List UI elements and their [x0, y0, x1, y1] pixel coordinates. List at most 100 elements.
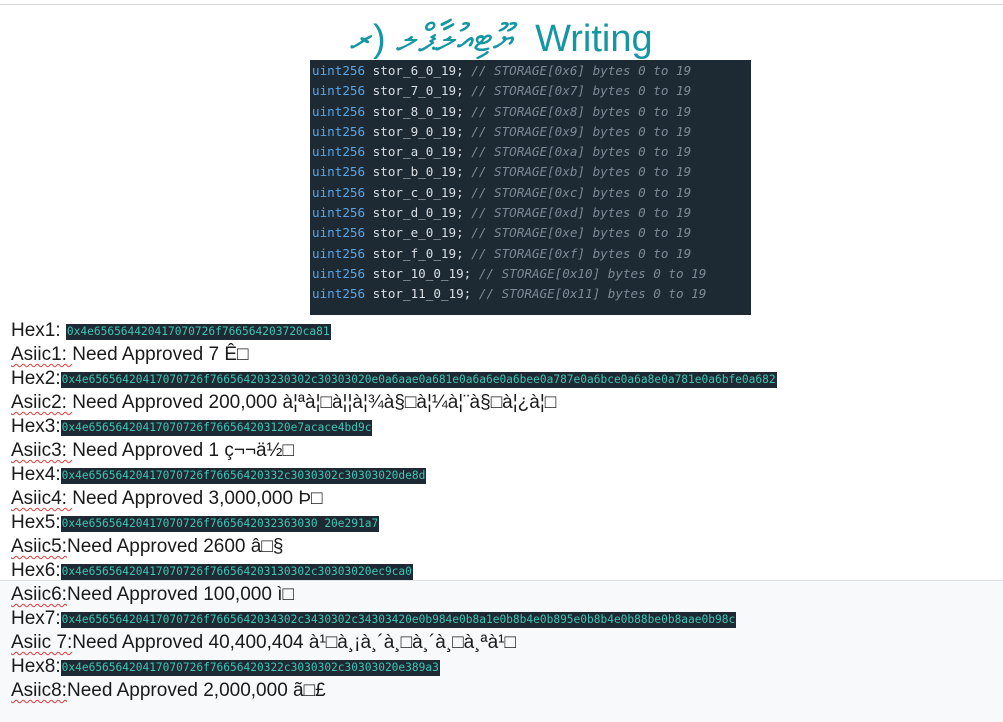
hex-label: Hex1: — [11, 320, 66, 341]
hex-label: Hex3: — [11, 416, 61, 437]
ascii-row: Asiic3: Need Approved 1 ç¬¬ä½□ — [11, 439, 1001, 463]
ascii-row: Asiic6:Need Approved 100,000 ì□ — [11, 583, 1001, 607]
ascii-value: Need Approved 7 Ê□ — [72, 344, 249, 365]
hex-row: Hex2:0x4e65656420417070726f7665642032303… — [11, 367, 1001, 391]
code-line: uint256 stor_f_0_19; // STORAGE[0xf] byt… — [310, 244, 751, 264]
hex-row: Hex1: 0x4e656564420417070726f76656420372… — [11, 319, 1001, 343]
hex-label: Hex5: — [11, 512, 61, 533]
hex-value[interactable]: 0x4e65656420417070726f766564203230302c30… — [60, 372, 777, 388]
code-line: uint256 stor_c_0_19; // STORAGE[0xc] byt… — [310, 183, 751, 203]
ascii-value: Need Approved 2,000,000 ã□£ — [66, 680, 326, 701]
code-variable: stor_9_0_19; — [372, 123, 464, 139]
ascii-value: Need Approved 2600 â□§ — [66, 536, 284, 557]
ascii-label: Asiic1: — [11, 344, 73, 365]
hex-row: Hex7:0x4e65656420417070726f7665642034302… — [11, 607, 1001, 631]
code-type: uint256 — [312, 83, 366, 99]
code-comment: // STORAGE[0x6] bytes 0 to 19 — [471, 63, 692, 78]
code-type: uint256 — [312, 245, 366, 261]
top-border — [0, 4, 1003, 5]
code-type: uint256 — [312, 265, 366, 281]
code-line: uint256 stor_8_0_19; // STORAGE[0x8] byt… — [310, 102, 751, 122]
code-comment: // STORAGE[0x11] bytes 0 to 19 — [478, 286, 707, 302]
ascii-row: Asiic5:Need Approved 2600 â□§ — [11, 535, 1001, 559]
code-comment: // STORAGE[0xf] bytes 0 to 19 — [471, 245, 692, 261]
code-variable: stor_11_0_19; — [372, 286, 472, 302]
code-line: uint256 stor_7_0_19; // STORAGE[0x7] byt… — [310, 81, 751, 101]
code-block: uint256 stor_6_0_19; // STORAGE[0x6] byt… — [310, 60, 751, 315]
code-variable: stor_6_0_19; — [372, 63, 464, 78]
code-comment: // STORAGE[0x8] bytes 0 to 19 — [471, 103, 692, 119]
hex-value[interactable]: 0x4e656564420417070726f766564203720ca81 — [65, 324, 331, 340]
ascii-row: Asiic4: Need Approved 3,000,000 Þ□ — [11, 487, 1001, 511]
hex-row: Hex3:0x4e65656420417070726f766564203120e… — [11, 415, 1001, 439]
code-line: uint256 stor_a_0_19; // STORAGE[0xa] byt… — [310, 142, 751, 162]
code-comment: // STORAGE[0xd] bytes 0 to 19 — [471, 205, 692, 221]
code-type: uint256 — [312, 103, 366, 119]
code-variable: stor_7_0_19; — [372, 83, 464, 99]
code-comment: // STORAGE[0x9] bytes 0 to 19 — [471, 123, 692, 139]
hex-label: Hex8: — [11, 656, 61, 677]
code-type: uint256 — [312, 184, 366, 200]
ascii-label: Asiic3: — [11, 440, 73, 461]
code-variable: stor_a_0_19; — [372, 144, 464, 160]
hex-row: Hex8:0x4e65656420417070726f76656420322c3… — [11, 655, 1001, 679]
code-line: uint256 stor_d_0_19; // STORAGE[0xd] byt… — [310, 203, 751, 223]
code-line: uint256 stor_6_0_19; // STORAGE[0x6] byt… — [310, 61, 751, 81]
code-type: uint256 — [312, 286, 366, 302]
code-comment: // STORAGE[0xc] bytes 0 to 19 — [471, 184, 692, 200]
code-variable: stor_10_0_19; — [372, 265, 472, 281]
code-type: uint256 — [312, 144, 366, 160]
ascii-value: Need Approved 100,000 ì□ — [66, 584, 294, 605]
code-variable: stor_8_0_19; — [372, 103, 464, 119]
code-type: uint256 — [312, 225, 366, 241]
hex-ascii-list: Hex1: 0x4e656564420417070726f76656420372… — [11, 319, 1001, 703]
hex-row: Hex6:0x4e65656420417070726f7665642031303… — [11, 559, 1001, 583]
code-line: uint256 stor_10_0_19; // STORAGE[0x10] b… — [310, 264, 751, 284]
code-comment: // STORAGE[0xe] bytes 0 to 19 — [471, 225, 692, 241]
hex-label: Hex4: — [11, 464, 61, 485]
code-variable: stor_f_0_19; — [372, 245, 464, 261]
ascii-value: Need Approved 200,000 à¦ªà¦□à¦¦à¦¾à§□à¦¼… — [72, 392, 557, 413]
hex-value[interactable]: 0x4e65656420417070726f766564203120e7acac… — [60, 420, 373, 436]
hex-label: Hex6: — [11, 560, 61, 581]
ascii-value: Need Approved 1 ç¬¬ä½□ — [72, 440, 294, 461]
ascii-label: Asiic4: — [11, 488, 73, 509]
hex-value[interactable]: 0x4e65656420417070726f7665642032363030 2… — [60, 516, 380, 532]
ascii-row: Asiic 7:Need Approved 40,400,404 à¹□à¸¡à… — [11, 631, 1001, 655]
code-comment: // STORAGE[0xa] bytes 0 to 19 — [471, 144, 692, 160]
ascii-value: Need Approved 40,400,404 à¹□à¸¡à¸´à¸□à¸´… — [72, 632, 516, 653]
ascii-label: Asiic6: — [11, 584, 67, 605]
code-line: uint256 stor_b_0_19; // STORAGE[0xb] byt… — [310, 162, 751, 182]
hex-label: Hex2: — [11, 368, 61, 389]
hex-value[interactable]: 0x4e65656420417070726f76656420332c303030… — [60, 468, 427, 484]
hex-value[interactable]: 0x4e65656420417070726f76656420322c303030… — [60, 660, 440, 676]
code-type: uint256 — [312, 205, 366, 221]
code-line: uint256 stor_11_0_19; // STORAGE[0x11] b… — [310, 284, 751, 304]
page-title: ޔޫޓިއުލާޕްލ (ރ ‌ Writing — [350, 18, 653, 60]
code-variable: stor_b_0_19; — [372, 164, 464, 180]
ascii-row: Asiic1: Need Approved 7 Ê□ — [11, 343, 1001, 367]
ascii-label: Asiic 7: — [11, 632, 73, 653]
ascii-label: Asiic2: — [11, 392, 73, 413]
hex-value[interactable]: 0x4e65656420417070726f7665642034302c3430… — [60, 612, 737, 628]
code-type: uint256 — [312, 63, 366, 78]
ascii-row: Asiic2: Need Approved 200,000 à¦ªà¦□à¦¦à… — [11, 391, 1001, 415]
ascii-label: Asiic5: — [11, 536, 67, 557]
ascii-value: Need Approved 3,000,000 Þ□ — [72, 488, 323, 509]
code-type: uint256 — [312, 164, 366, 180]
hex-label: Hex7: — [11, 608, 61, 629]
code-variable: stor_c_0_19; — [372, 184, 464, 200]
code-comment: // STORAGE[0x7] bytes 0 to 19 — [471, 83, 692, 99]
code-variable: stor_d_0_19; — [372, 205, 464, 221]
ascii-label: Asiic8: — [11, 680, 67, 701]
ascii-row: Asiic8:Need Approved 2,000,000 ã□£ — [11, 679, 1001, 703]
hex-row: Hex5:0x4e65656420417070726f7665642032363… — [11, 511, 1001, 535]
code-comment: // STORAGE[0xb] bytes 0 to 19 — [471, 164, 692, 180]
code-variable: stor_e_0_19; — [372, 225, 464, 241]
hex-value[interactable]: 0x4e65656420417070726f766564203130302c30… — [60, 564, 413, 580]
code-line: uint256 stor_9_0_19; // STORAGE[0x9] byt… — [310, 122, 751, 142]
hex-row: Hex4:0x4e65656420417070726f76656420332c3… — [11, 463, 1001, 487]
code-type: uint256 — [312, 123, 366, 139]
code-comment: // STORAGE[0x10] bytes 0 to 19 — [478, 265, 707, 281]
code-line: uint256 stor_e_0_19; // STORAGE[0xe] byt… — [310, 223, 751, 243]
